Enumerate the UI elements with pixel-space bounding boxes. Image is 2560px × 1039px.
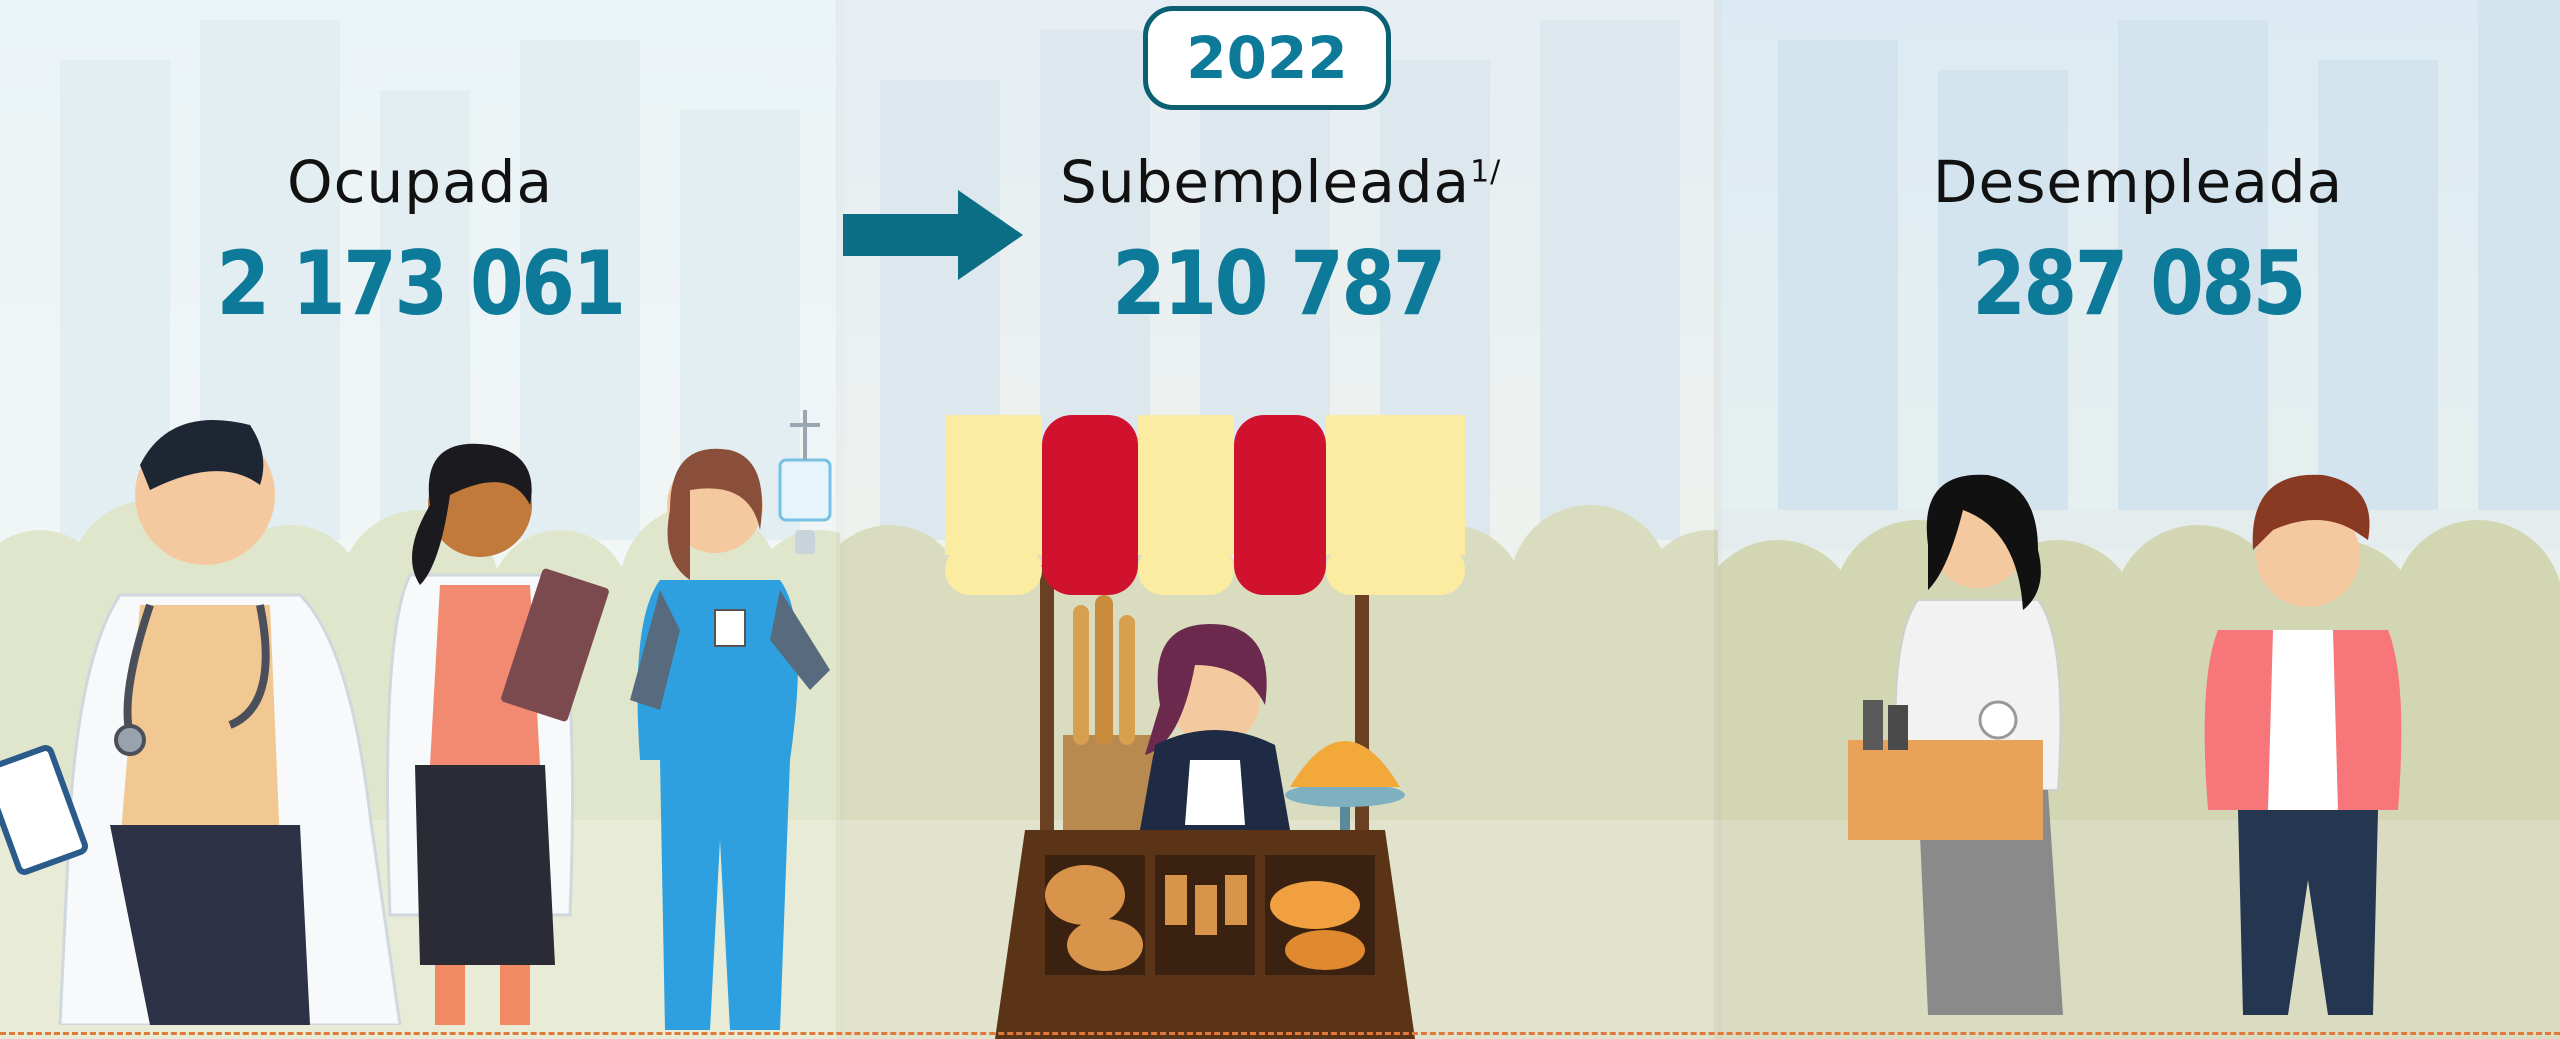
bakery-stall-illustration xyxy=(945,415,1465,1039)
value-desempleada: 287 085 xyxy=(1972,232,2306,335)
label-desempleada: Desempleada xyxy=(1932,148,2344,216)
bottom-dashed-line xyxy=(0,1032,2560,1035)
female-doctor-illustration xyxy=(386,443,609,1025)
year-badge: 2022 xyxy=(1143,6,1391,110)
right-arrow-icon xyxy=(843,190,1023,280)
divider-left xyxy=(836,0,846,1039)
footnote-marker: 1/ xyxy=(1470,154,1502,190)
unemployed-man-illustration xyxy=(2204,474,2402,1015)
label-subempleada-text: Subempleada xyxy=(1060,148,1471,216)
iv-drip-icon xyxy=(778,410,832,554)
divider-right xyxy=(1714,0,1724,1039)
value-ocupada: 2 173 061 xyxy=(216,232,626,335)
panel-desempleada: Desempleada 287 085 xyxy=(1718,0,2560,1039)
value-subempleada: 210 787 xyxy=(1112,232,1446,335)
panel-subempleada: Subempleada1/ 210 787 xyxy=(840,0,1718,1039)
label-ocupada: Ocupada xyxy=(286,148,554,216)
doctor-illustration xyxy=(0,420,402,1025)
label-subempleada: Subempleada1/ xyxy=(1060,148,1500,216)
panel-ocupada: Ocupada 2 173 061 xyxy=(0,0,840,1039)
unemployed-woman-illustration xyxy=(1848,474,2063,1015)
